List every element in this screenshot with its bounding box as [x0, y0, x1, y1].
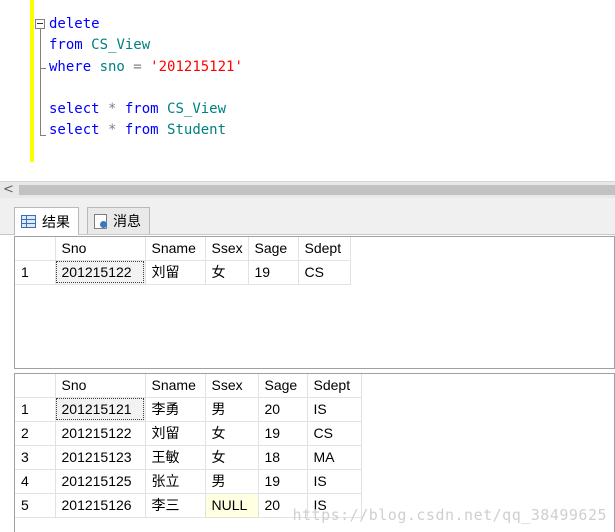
table-row[interactable]: 1 201215121 李勇 男 20 IS: [15, 397, 362, 422]
code-token: CS_View: [167, 101, 227, 117]
column-header[interactable]: Sage: [258, 374, 308, 398]
table-cell[interactable]: IS: [307, 397, 362, 422]
code-token: delete: [49, 16, 100, 32]
column-header[interactable]: Sno: [55, 374, 146, 398]
table-row[interactable]: 4 201215125 张立 男 19 IS: [15, 469, 362, 494]
table-cell[interactable]: 19: [258, 421, 308, 446]
row-number[interactable]: 1: [15, 260, 56, 285]
column-header[interactable]: Sdept: [307, 374, 362, 398]
column-header-row: Sno Sname Ssex Sage Sdept: [15, 374, 362, 398]
table-cell[interactable]: 201215121: [55, 397, 146, 422]
table-cell[interactable]: IS: [307, 469, 362, 494]
row-number-header[interactable]: [15, 237, 56, 261]
column-header[interactable]: Ssex: [205, 237, 249, 261]
code-token: sno: [99, 59, 125, 75]
table-cell[interactable]: 19: [258, 469, 308, 494]
table-cell[interactable]: 张立: [145, 469, 206, 494]
row-number[interactable]: 4: [15, 469, 56, 494]
code-line-6[interactable]: select * from Student: [49, 120, 226, 141]
result-grid-1[interactable]: Sno Sname Ssex Sage Sdept 1 201215122 刘留…: [14, 236, 615, 369]
code-token: =: [124, 59, 151, 75]
tab-messages[interactable]: 消息: [87, 207, 150, 234]
code-line-1[interactable]: delete: [49, 14, 100, 35]
result-table: Sno Sname Ssex Sage Sdept 1 201215122 刘留…: [15, 237, 351, 285]
code-token: select: [49, 101, 109, 117]
table-row[interactable]: 1 201215122 刘留 女 19 CS: [15, 260, 351, 285]
code-token: select: [49, 122, 109, 138]
table-cell[interactable]: CS: [307, 421, 362, 446]
message-icon: [94, 213, 107, 229]
tab-results[interactable]: 结果: [14, 207, 79, 235]
code-token: CS_View: [91, 37, 151, 53]
editor-horizontal-scrollbar[interactable]: <: [0, 181, 615, 198]
table-cell[interactable]: CS: [298, 260, 351, 285]
sql-editor[interactable]: delete from CS_View where sno = '2012151…: [0, 0, 615, 181]
scroll-left-icon[interactable]: <: [0, 182, 17, 198]
table-cell[interactable]: 李三: [145, 493, 206, 518]
code-line-2[interactable]: from CS_View: [49, 35, 150, 56]
column-header[interactable]: Sno: [55, 237, 146, 261]
table-cell[interactable]: 19: [248, 260, 299, 285]
table-cell[interactable]: 刘留: [145, 421, 206, 446]
outline-line: [40, 28, 41, 136]
column-header-row: Sno Sname Ssex Sage Sdept: [15, 237, 351, 261]
table-cell[interactable]: 王敏: [145, 445, 206, 470]
grid-icon: [21, 215, 36, 228]
row-number[interactable]: 1: [15, 397, 56, 422]
table-cell[interactable]: MA: [307, 445, 362, 470]
column-header[interactable]: Sage: [248, 237, 299, 261]
table-row[interactable]: 3 201215123 王敏 女 18 MA: [15, 445, 362, 470]
table-cell[interactable]: 201215123: [55, 445, 146, 470]
code-token: from: [116, 101, 168, 117]
result-table: Sno Sname Ssex Sage Sdept 1 201215121 李勇…: [15, 374, 362, 518]
table-cell[interactable]: 男: [205, 469, 259, 494]
tab-messages-label: 消息: [113, 214, 141, 230]
table-cell[interactable]: 201215122: [55, 260, 146, 285]
table-cell[interactable]: 201215125: [55, 469, 146, 494]
column-header[interactable]: Sname: [145, 374, 206, 398]
tab-results-label: 结果: [42, 214, 70, 231]
table-cell[interactable]: 女: [205, 421, 259, 446]
row-number[interactable]: 3: [15, 445, 56, 470]
code-token: where: [49, 59, 100, 75]
column-header[interactable]: Sdept: [298, 237, 351, 261]
table-cell[interactable]: 男: [205, 397, 259, 422]
table-cell[interactable]: 18: [258, 445, 308, 470]
column-header[interactable]: Sname: [145, 237, 206, 261]
table-cell[interactable]: 201215122: [55, 421, 146, 446]
code-token: '201215121': [150, 59, 243, 75]
code-line-5[interactable]: select * from CS_View: [49, 99, 226, 120]
table-cell[interactable]: 女: [205, 260, 249, 285]
code-token: from: [49, 37, 92, 53]
table-row[interactable]: 2 201215122 刘留 女 19 CS: [15, 421, 362, 446]
table-cell[interactable]: 20: [258, 397, 308, 422]
scrollbar-thumb[interactable]: [19, 185, 615, 195]
code-line-3[interactable]: where sno = '201215121': [49, 57, 243, 78]
editor-margin: [0, 0, 28, 181]
table-cell[interactable]: 201215126: [55, 493, 146, 518]
row-number-header[interactable]: [15, 374, 56, 398]
table-cell[interactable]: 刘留: [145, 260, 206, 285]
table-cell[interactable]: 女: [205, 445, 259, 470]
outline-tick: [40, 68, 46, 69]
change-tracking-bar: [30, 0, 34, 162]
outline-tick: [40, 135, 46, 136]
row-number[interactable]: 5: [15, 493, 56, 518]
watermark: https://blog.csdn.net/qq_38499625: [292, 506, 607, 524]
row-number[interactable]: 2: [15, 421, 56, 446]
table-cell[interactable]: 李勇: [145, 397, 206, 422]
null-cell[interactable]: NULL: [205, 493, 259, 518]
code-token: from: [116, 122, 168, 138]
results-tab-strip: 结果 消息: [0, 198, 615, 235]
code-token: Student: [167, 122, 227, 138]
column-header[interactable]: Ssex: [205, 374, 259, 398]
